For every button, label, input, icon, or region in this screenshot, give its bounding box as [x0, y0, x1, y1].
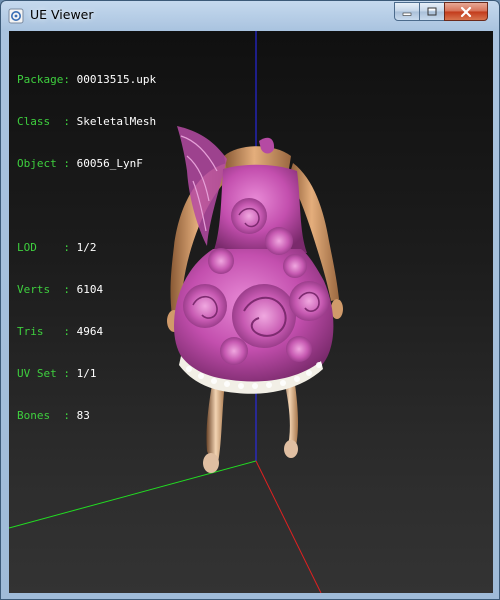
axis-y [9, 460, 257, 529]
ue-viewer-window: UE Viewer Package: 00013515.upk Class: … [0, 0, 500, 600]
axis-x [255, 460, 322, 593]
close-button[interactable] [444, 2, 488, 21]
title-bar[interactable]: UE Viewer [1, 1, 499, 30]
minimize-button[interactable] [394, 2, 420, 21]
info-verts: Verts : 6104 [17, 283, 104, 296]
info-object: Object : 60056_LynF [17, 157, 143, 170]
ue-viewer-icon [8, 8, 24, 24]
info-tris: Tris : 4964 [17, 325, 104, 338]
character-model [167, 126, 343, 473]
maximize-icon [427, 7, 437, 15]
info-uvset: UV Set : 1/1 [17, 367, 97, 380]
info-class: Class : SkeletalMesh [17, 115, 157, 128]
info-bones: Bones : 83 [17, 409, 90, 422]
info-package: Package: 00013515.upk [17, 73, 157, 86]
close-icon [460, 6, 472, 17]
window-title: UE Viewer [30, 7, 94, 22]
info-lod: LOD : 1/2 [17, 241, 97, 254]
minimize-icon [402, 12, 412, 16]
3d-viewport[interactable]: Package: 00013515.upk Class : SkeletalMe… [9, 31, 493, 593]
mesh-info-panel: Package: 00013515.upk Class : SkeletalMe… [17, 45, 156, 451]
maximize-button[interactable] [419, 2, 445, 21]
